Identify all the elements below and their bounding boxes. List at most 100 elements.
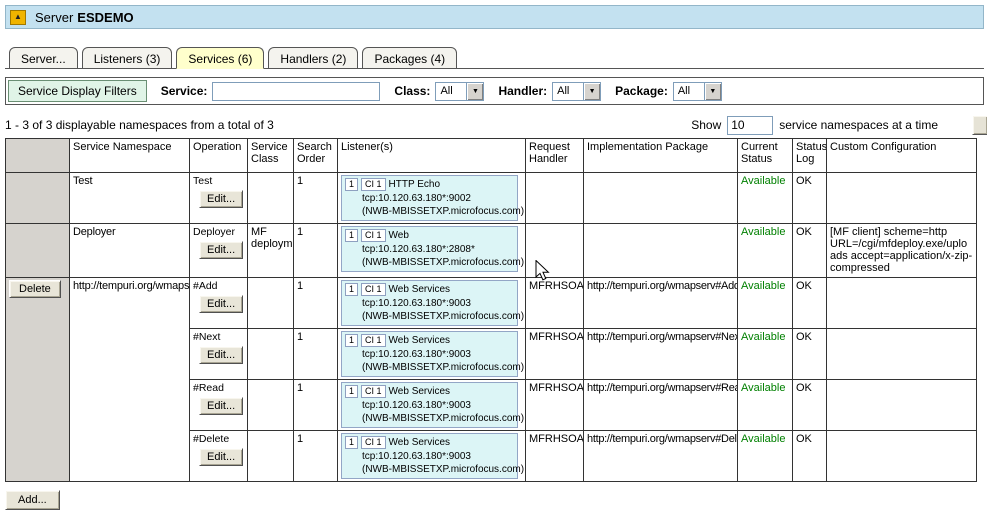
show-apply-button[interactable] bbox=[972, 115, 987, 135]
listener-address: tcp:10.120.63.180*:9003 bbox=[362, 348, 514, 361]
package-select-value: All bbox=[674, 83, 704, 100]
search-order-cell: 1 bbox=[294, 329, 338, 380]
header-listeners: Listener(s) bbox=[338, 139, 526, 173]
service-label: Service: bbox=[161, 84, 208, 98]
search-order-cell: 1 bbox=[294, 224, 338, 278]
listener-box: 1 CI 1 HTTP Echo tcp:10.120.63.180*:9002… bbox=[341, 175, 518, 221]
namespace-cell: Deployer bbox=[70, 224, 190, 278]
listener-number: 1 bbox=[345, 385, 358, 398]
delete-button[interactable]: Delete bbox=[9, 280, 61, 298]
server-name: ESDEMO bbox=[77, 10, 133, 25]
listener-name: HTTP Echo bbox=[389, 178, 441, 191]
search-order-cell: 1 bbox=[294, 431, 338, 482]
show-count-input[interactable] bbox=[727, 116, 773, 135]
request-handler-cell: MFRHSOAP bbox=[526, 278, 584, 329]
implementation-package-cell bbox=[584, 173, 738, 224]
search-order-cell: 1 bbox=[294, 278, 338, 329]
tab-server[interactable]: Server... bbox=[9, 47, 78, 69]
service-input[interactable] bbox=[212, 82, 380, 101]
listener-host: (NWB-MBISSETXP.microfocus.com) bbox=[362, 463, 514, 476]
edit-button[interactable]: Edit... bbox=[199, 346, 243, 364]
header-actions bbox=[6, 139, 70, 173]
listener-address: tcp:10.120.63.180*:9003 bbox=[362, 297, 514, 310]
operation-label: #Add bbox=[193, 280, 244, 292]
show-group: Show service namespaces at a time bbox=[691, 116, 938, 135]
handler-select-value: All bbox=[553, 83, 583, 100]
edit-button[interactable]: Edit... bbox=[199, 190, 243, 208]
class-select[interactable]: All ▼ bbox=[435, 82, 484, 101]
collapse-button[interactable]: ▲ bbox=[10, 10, 26, 25]
header-custom-configuration: Custom Configuration bbox=[827, 139, 977, 173]
edit-button[interactable]: Edit... bbox=[199, 397, 243, 415]
request-handler-cell bbox=[526, 173, 584, 224]
custom-configuration-cell bbox=[827, 173, 977, 224]
listener-number: 1 bbox=[345, 283, 358, 296]
table-row: Deployer Deployer Edit... MF deployment … bbox=[6, 224, 977, 278]
results-summary: 1 - 3 of 3 displayable namespaces from a… bbox=[5, 118, 274, 132]
custom-configuration-cell: [MF client] scheme=http URL=/cgi/mfdeplo… bbox=[827, 224, 977, 278]
custom-configuration-cell bbox=[827, 329, 977, 380]
implementation-package-cell: http://tempuri.org/wmapserv#Delete bbox=[584, 431, 738, 482]
service-class-cell bbox=[248, 380, 294, 431]
listener-box: 1 CI 1 Web Services tcp:10.120.63.180*:9… bbox=[341, 331, 518, 377]
tab-services[interactable]: Services (6) bbox=[176, 47, 264, 69]
listener-box: 1 CI 1 Web Services tcp:10.120.63.180*:9… bbox=[341, 433, 518, 479]
table-row: Delete http://tempuri.org/wmapserv #Add … bbox=[6, 278, 977, 329]
server-title: Server ESDEMO bbox=[35, 10, 134, 25]
listener-address: tcp:10.120.63.180*:9002 bbox=[362, 192, 514, 205]
listener-cell: 1 CI 1 HTTP Echo tcp:10.120.63.180*:9002… bbox=[338, 173, 526, 224]
header-service-class: Service Class bbox=[248, 139, 294, 173]
action-cell bbox=[6, 173, 70, 224]
service-class-cell bbox=[248, 329, 294, 380]
show-suffix: service namespaces at a time bbox=[779, 118, 938, 132]
listener-name: Web bbox=[389, 229, 409, 242]
edit-button[interactable]: Edit... bbox=[199, 241, 243, 259]
edit-button[interactable]: Edit... bbox=[199, 448, 243, 466]
current-status-cell: Available bbox=[738, 278, 793, 329]
status-log-cell: OK bbox=[793, 380, 827, 431]
edit-button[interactable]: Edit... bbox=[199, 295, 243, 313]
listener-name: Web Services bbox=[389, 283, 451, 296]
tab-listeners[interactable]: Listeners (3) bbox=[82, 47, 173, 69]
operation-cell: #Next Edit... bbox=[190, 329, 248, 380]
listener-cell: 1 CI 1 Web Services tcp:10.120.63.180*:9… bbox=[338, 380, 526, 431]
listener-number: 1 bbox=[345, 229, 358, 242]
listener-host: (NWB-MBISSETXP.microfocus.com) bbox=[362, 310, 514, 323]
collapse-triangle-icon: ▲ bbox=[14, 13, 22, 21]
server-banner: ▲ Server ESDEMO bbox=[5, 5, 984, 29]
header-search-order: Search Order bbox=[294, 139, 338, 173]
listener-ci-badge: CI 1 bbox=[361, 385, 386, 398]
services-table: Service Namespace Operation Service Clas… bbox=[5, 138, 977, 482]
add-button[interactable]: Add... bbox=[5, 490, 60, 510]
listener-address: tcp:10.120.63.180*:9003 bbox=[362, 399, 514, 412]
operation-cell: #Add Edit... bbox=[190, 278, 248, 329]
listener-cell: 1 CI 1 Web tcp:10.120.63.180*:2808* (NWB… bbox=[338, 224, 526, 278]
chevron-down-icon: ▼ bbox=[583, 83, 600, 100]
listener-ci-badge: CI 1 bbox=[361, 283, 386, 296]
listener-box: 1 CI 1 Web Services tcp:10.120.63.180*:9… bbox=[341, 280, 518, 326]
header-operation: Operation bbox=[190, 139, 248, 173]
tab-bar: Server... Listeners (3) Services (6) Han… bbox=[5, 45, 984, 69]
server-label: Server bbox=[35, 10, 73, 25]
operation-label: #Read bbox=[193, 382, 244, 394]
package-label: Package: bbox=[615, 84, 668, 98]
handler-select[interactable]: All ▼ bbox=[552, 82, 601, 101]
status-log-cell: OK bbox=[793, 278, 827, 329]
current-status-cell: Available bbox=[738, 224, 793, 278]
listener-name: Web Services bbox=[389, 334, 451, 347]
custom-configuration-cell bbox=[827, 431, 977, 482]
listener-number: 1 bbox=[345, 178, 358, 191]
listener-number: 1 bbox=[345, 334, 358, 347]
operation-label: #Delete bbox=[193, 433, 244, 445]
request-handler-cell: MFRHSOAP bbox=[526, 380, 584, 431]
package-select[interactable]: All ▼ bbox=[673, 82, 722, 101]
tab-handlers[interactable]: Handlers (2) bbox=[268, 47, 358, 69]
operation-label: Test bbox=[193, 175, 244, 187]
listener-cell: 1 CI 1 Web Services tcp:10.120.63.180*:9… bbox=[338, 278, 526, 329]
tab-packages[interactable]: Packages (4) bbox=[362, 47, 457, 69]
header-implementation-package: Implementation Package bbox=[584, 139, 738, 173]
listener-ci-badge: CI 1 bbox=[361, 334, 386, 347]
class-select-value: All bbox=[436, 83, 466, 100]
header-row: Service Namespace Operation Service Clas… bbox=[6, 139, 977, 173]
listener-box: 1 CI 1 Web tcp:10.120.63.180*:2808* (NWB… bbox=[341, 226, 518, 272]
